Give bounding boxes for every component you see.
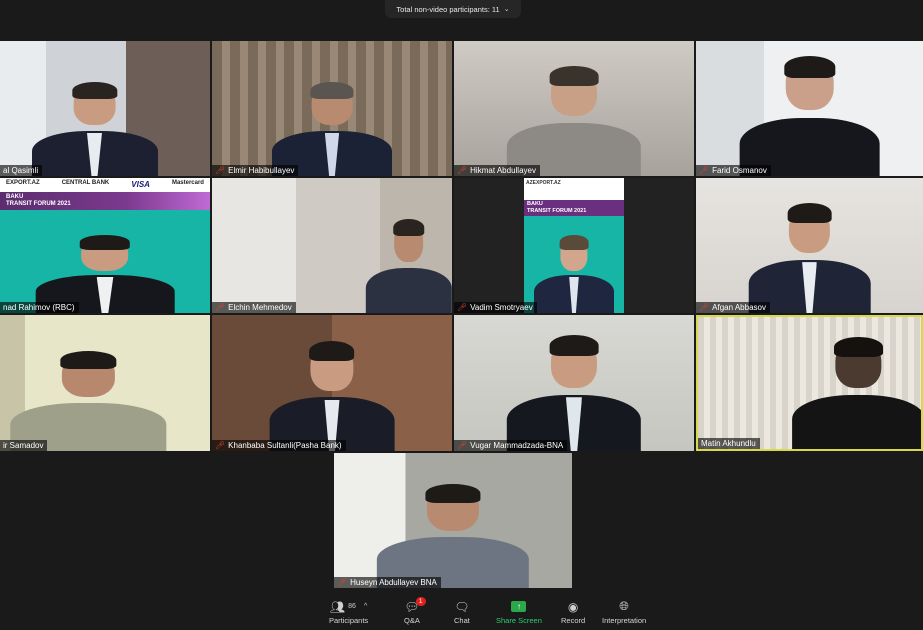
mic-muted-icon: 🎤︎	[337, 578, 348, 587]
video-tile[interactable]: 🎤︎ Farid Osmanov	[696, 41, 923, 176]
chat-button[interactable]: 🗨︎ Chat	[454, 599, 470, 626]
mic-muted-icon: 🎤︎	[215, 441, 226, 450]
participants-button[interactable]: 👥︎ 86 ^ Participants	[329, 599, 369, 626]
participant-name-tag: 🎤︎ Hikmat Abdullayev	[454, 165, 540, 176]
mic-muted-icon: 🎤︎	[215, 303, 226, 312]
share-screen-icon: ↑	[511, 601, 527, 612]
participant-name-tag: 🎤︎ Afgan Abbasov	[696, 302, 770, 313]
participant-name-tag: 🎤︎ Huseyn Abdullayev BNA	[334, 577, 441, 588]
participant-name: Afgan Abbasov	[712, 303, 766, 312]
participant-name-tag: 🎤︎ Farid Osmanov	[696, 165, 771, 176]
video-tile[interactable]: ir Samadov	[0, 315, 210, 451]
mic-muted-icon: 🎤︎	[457, 441, 468, 450]
record-icon: ◉	[567, 599, 579, 614]
record-label: Record	[561, 616, 586, 625]
visa-logo: VISA	[131, 180, 150, 189]
video-tile-active-speaker[interactable]: Matin Akhundlu	[696, 315, 923, 451]
sponsor-logo: Mastercard	[171, 180, 204, 186]
forum-banner: EXPORT.AZ CENTRAL BANK VISA Mastercard B…	[0, 178, 210, 210]
participant-name-tag: nad Rahimov (RBC)	[0, 302, 79, 313]
interpretation-button[interactable]: 🌐︎ Interpretation	[602, 599, 646, 625]
participants-count: 86	[348, 603, 356, 610]
sponsor-logo: AZEXPORT.AZ	[526, 180, 561, 186]
participant-name: Farid Osmanov	[712, 166, 767, 175]
participant-name-tag: 🎤︎ Elchin Mehmedov	[212, 302, 296, 313]
participant-name-tag: Matin Akhundlu	[698, 438, 760, 449]
participant-name-tag: al Qasimli	[0, 165, 43, 176]
video-tile[interactable]: 🎤︎ Huseyn Abdullayev BNA	[334, 453, 572, 588]
non-video-participants-dropdown[interactable]: Total non-video participants: 11 ⌄	[385, 0, 521, 18]
participant-name-tag: ir Samadov	[0, 440, 48, 451]
participant-name-tag: 🎤︎ Vadim Smotryaev	[454, 302, 537, 313]
video-tile[interactable]: al Qasimli	[0, 41, 210, 176]
globe-icon: 🌐︎	[619, 599, 629, 613]
participant-name: Elchin Mehmedov	[228, 303, 292, 312]
banner-title-line: BAKU	[527, 201, 543, 207]
participant-name: Huseyn Abdullayev BNA	[350, 578, 437, 587]
participant-name: ir Samadov	[3, 441, 44, 450]
share-screen-label: Share Screen	[496, 616, 542, 625]
participant-name: Elmir Habibullayev	[228, 166, 295, 175]
participants-icon: 👥︎	[329, 599, 346, 614]
banner-title-line: BAKU	[6, 194, 24, 200]
video-tile[interactable]: EXPORT.AZ CENTRAL BANK VISA Mastercard B…	[0, 178, 210, 313]
qa-label: Q&A	[404, 616, 420, 625]
participant-name: Vadim Smotryaev	[470, 303, 533, 312]
mic-muted-icon: 🎤︎	[457, 166, 468, 175]
mic-muted-icon: 🎤︎	[699, 303, 710, 312]
participant-name-tag: 🎤︎ Elmir Habibullayev	[212, 165, 299, 176]
video-tile[interactable]: AZEXPORT.AZ BAKU TRANSIT FORUM 2021 🎤︎ V…	[454, 178, 694, 313]
participants-label: Participants	[329, 616, 369, 625]
chat-label: Chat	[454, 616, 470, 625]
participant-name-tag: 🎤︎ Vugar Mammadzada-BNA	[454, 440, 568, 451]
participant-name: nad Rahimov (RBC)	[3, 303, 75, 312]
participant-name: Khanbaba Sultanli(Pasha Bank)	[228, 441, 342, 450]
video-tile[interactable]: 🎤︎ Afgan Abbasov	[696, 178, 923, 313]
participant-name: Hikmat Abdullayev	[470, 166, 536, 175]
video-tile[interactable]: 🎤︎ Elchin Mehmedov	[212, 178, 452, 313]
chevron-up-icon[interactable]: ^	[364, 603, 367, 610]
mic-muted-icon: 🎤︎	[457, 303, 468, 312]
chat-icon: 🗨︎	[454, 599, 470, 614]
participant-name-tag: 🎤︎ Khanbaba Sultanli(Pasha Bank)	[212, 440, 346, 451]
video-tile[interactable]: 🎤︎ Khanbaba Sultanli(Pasha Bank)	[212, 315, 452, 451]
video-tile[interactable]: 🎤︎ Hikmat Abdullayev	[454, 41, 694, 176]
video-tile[interactable]: 🎤︎ Elmir Habibullayev	[212, 41, 452, 176]
banner-title-line: TRANSIT FORUM 2021	[527, 208, 587, 214]
participant-name: al Qasimli	[3, 166, 39, 175]
mic-muted-icon: 🎤︎	[215, 166, 226, 175]
share-screen-button[interactable]: ↑ Share Screen	[496, 599, 542, 625]
interpretation-label: Interpretation	[602, 616, 647, 625]
video-frame: AZEXPORT.AZ BAKU TRANSIT FORUM 2021	[524, 178, 624, 313]
chevron-down-icon: ⌄	[503, 6, 510, 13]
qa-badge: 1	[415, 597, 426, 606]
participant-name: Matin Akhundlu	[701, 439, 756, 448]
qa-button[interactable]: 💬︎ 1 Q&A	[404, 597, 426, 625]
non-video-participants-label: Total non-video participants: 11	[396, 4, 500, 14]
sponsor-logo: CENTRAL BANK	[61, 180, 110, 186]
record-button[interactable]: ◉ Record	[561, 599, 586, 626]
participant-name: Vugar Mammadzada-BNA	[470, 441, 564, 450]
mic-muted-icon: 🎤︎	[699, 166, 710, 175]
sponsor-logo: EXPORT.AZ	[6, 180, 40, 186]
video-tile[interactable]: 🎤︎ Vugar Mammadzada-BNA	[454, 315, 694, 451]
banner-title-line: TRANSIT FORUM 2021	[6, 201, 71, 207]
